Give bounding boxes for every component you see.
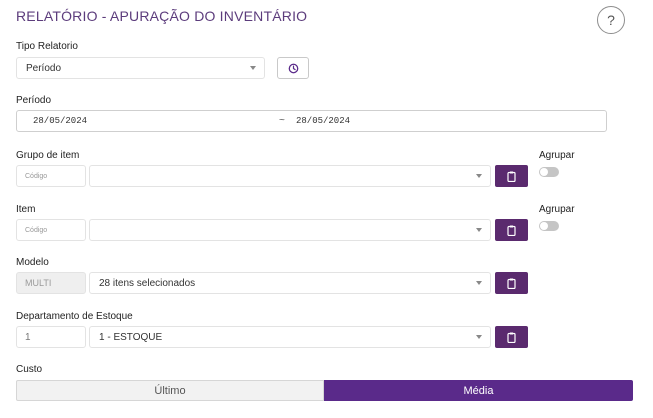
clipboard-icon	[507, 278, 516, 289]
page-title: RELATÓRIO - APURAÇÃO DO INVENTÁRIO	[16, 8, 308, 24]
item-code-placeholder: Código	[25, 226, 48, 234]
custo-option-ultimo[interactable]: Último	[16, 380, 324, 401]
tipo-relatorio-select[interactable]: Período	[16, 57, 265, 79]
item-agrupar-toggle[interactable]	[539, 221, 559, 231]
chevron-down-icon	[476, 228, 482, 232]
grupo-item-code-input[interactable]: Código	[16, 165, 86, 187]
periodo-end-date[interactable]: 28/05/2024	[296, 116, 350, 126]
item-agrupar-label: Agrupar	[539, 204, 575, 215]
clock-button[interactable]	[277, 57, 309, 79]
grupo-item-code-placeholder: Código	[25, 172, 48, 180]
tipo-relatorio-label: Tipo Relatorio	[16, 41, 78, 52]
modelo-value: 28 itens selecionados	[99, 277, 196, 289]
periodo-date-range[interactable]: 28/05/2024 ~ 28/05/2024	[16, 110, 607, 132]
grupo-item-clipboard-button[interactable]	[495, 165, 528, 187]
grupo-item-select[interactable]	[89, 165, 491, 187]
toggle-knob	[540, 168, 548, 176]
departamento-select[interactable]: 1 - ESTOQUE	[89, 326, 491, 348]
clipboard-icon	[507, 225, 516, 236]
modelo-clipboard-button[interactable]	[495, 272, 528, 294]
modelo-label: Modelo	[16, 257, 49, 268]
grupo-item-agrupar-toggle[interactable]	[539, 167, 559, 177]
tipo-relatorio-value: Período	[26, 62, 62, 74]
modelo-select[interactable]: 28 itens selecionados	[89, 272, 491, 294]
toggle-knob	[540, 222, 548, 230]
item-clipboard-button[interactable]	[495, 219, 528, 241]
custo-label: Custo	[16, 364, 43, 375]
item-label: Item	[16, 204, 36, 215]
departamento-label: Departamento de Estoque	[16, 311, 133, 322]
custo-option-media[interactable]: Média	[324, 380, 633, 401]
periodo-label: Período	[16, 95, 52, 106]
departamento-value: 1 - ESTOQUE	[99, 331, 163, 343]
clipboard-icon	[507, 332, 516, 343]
departamento-code-input[interactable]: 1	[16, 326, 86, 348]
chevron-down-icon	[476, 174, 482, 178]
departamento-code-value: 1	[25, 331, 31, 343]
periodo-separator: ~	[279, 115, 285, 126]
periodo-start-date[interactable]: 28/05/2024	[33, 116, 87, 126]
grupo-item-label: Grupo de item	[16, 150, 80, 161]
item-code-input[interactable]: Código	[16, 219, 86, 241]
chevron-down-icon	[476, 335, 482, 339]
clock-icon	[288, 63, 298, 73]
chevron-down-icon	[476, 281, 482, 285]
departamento-clipboard-button[interactable]	[495, 326, 528, 348]
modelo-code-value: MULTI	[25, 278, 52, 288]
help-button[interactable]: ?	[597, 6, 625, 34]
item-select[interactable]	[89, 219, 491, 241]
chevron-down-icon	[250, 66, 256, 70]
grupo-item-agrupar-label: Agrupar	[539, 150, 575, 161]
clipboard-icon	[507, 171, 516, 182]
help-icon: ?	[607, 12, 615, 28]
modelo-code-input: MULTI	[16, 272, 86, 294]
